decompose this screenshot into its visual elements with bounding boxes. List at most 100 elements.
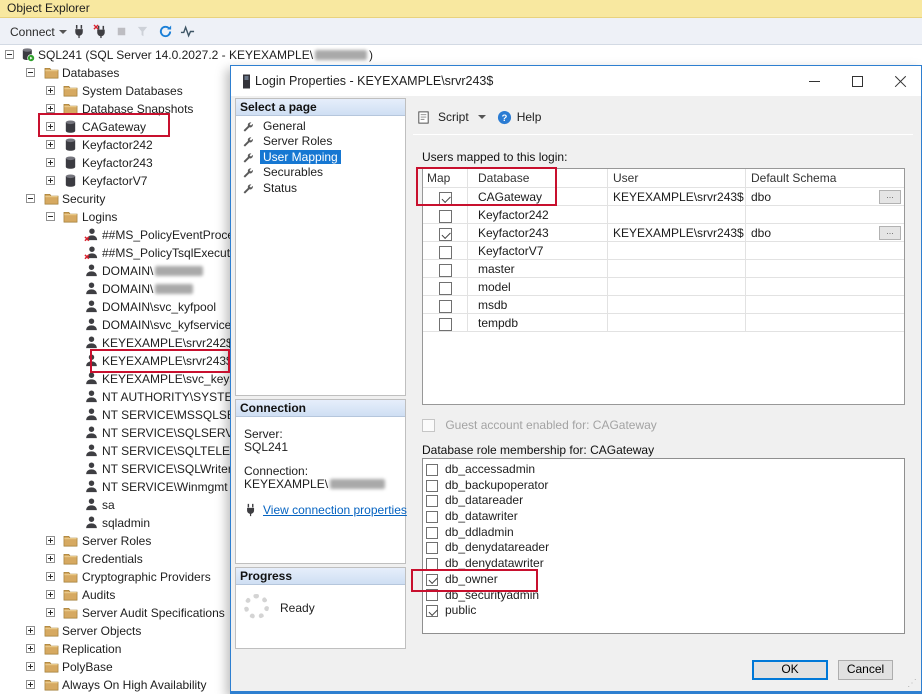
role-item-public[interactable]: public <box>426 603 904 619</box>
expand-icon[interactable] <box>46 158 55 167</box>
browse-schema-button[interactable]: ... <box>879 226 901 240</box>
expand-icon[interactable] <box>26 626 35 635</box>
folder-icon <box>63 551 78 566</box>
minimize-button[interactable] <box>808 75 821 88</box>
collapse-icon[interactable] <box>26 68 35 77</box>
role-item-db_denydatawriter[interactable]: db_denydatawriter <box>426 556 904 572</box>
default-schema-cell[interactable] <box>746 296 904 314</box>
role-checkbox[interactable] <box>426 464 438 476</box>
role-checkbox[interactable] <box>426 511 438 523</box>
refresh-icon[interactable] <box>157 23 174 40</box>
role-item-db_denydatareader[interactable]: db_denydatareader <box>426 540 904 556</box>
map-checkbox[interactable] <box>439 282 452 295</box>
disconnect-plug-icon[interactable] <box>92 23 109 40</box>
map-checkbox[interactable] <box>439 264 452 277</box>
ok-button[interactable]: OK <box>752 660 828 680</box>
connect-button[interactable]: Connect <box>5 22 72 41</box>
user-cell[interactable] <box>608 314 746 332</box>
connect-plug-icon[interactable] <box>71 23 88 40</box>
role-item-db_securityadmin[interactable]: db_securityadmin <box>426 588 904 604</box>
user-cell[interactable] <box>608 242 746 260</box>
collapse-icon[interactable] <box>46 212 55 221</box>
tree-item[interactable]: SQL241 (SQL Server 14.0.2027.2 - KEYEXAM… <box>0 46 922 64</box>
tree-item-label: Keyfactor242 <box>82 136 153 154</box>
default-schema-cell[interactable] <box>746 242 904 260</box>
browse-schema-button[interactable]: ... <box>879 190 901 204</box>
role-item-db_accessadmin[interactable]: db_accessadmin <box>426 462 904 478</box>
map-checkbox[interactable] <box>439 192 452 205</box>
expand-icon[interactable] <box>46 572 55 581</box>
user-icon <box>84 281 99 296</box>
expand-icon[interactable] <box>46 536 55 545</box>
map-checkbox[interactable] <box>439 246 452 259</box>
user-cell[interactable] <box>608 260 746 278</box>
expand-icon[interactable] <box>26 680 35 689</box>
role-checkbox[interactable] <box>426 558 438 570</box>
expand-icon[interactable] <box>46 140 55 149</box>
database-cell[interactable]: KeyfactorV7 <box>468 242 608 260</box>
role-item-db_datareader[interactable]: db_datareader <box>426 493 904 509</box>
default-schema-cell[interactable]: dbo... <box>746 224 904 242</box>
expand-icon[interactable] <box>46 590 55 599</box>
default-schema-cell[interactable] <box>746 278 904 296</box>
map-checkbox[interactable] <box>439 210 452 223</box>
page-item-server-roles[interactable]: Server Roles <box>236 134 405 149</box>
role-checkbox[interactable] <box>426 589 438 601</box>
expand-icon[interactable] <box>46 122 55 131</box>
activity-monitor-icon[interactable] <box>179 23 196 40</box>
close-button[interactable] <box>894 75 907 88</box>
page-item-general[interactable]: General <box>236 119 405 134</box>
expand-icon[interactable] <box>46 104 55 113</box>
cancel-button[interactable]: Cancel <box>838 660 893 680</box>
database-cell[interactable]: master <box>468 260 608 278</box>
role-checkbox[interactable] <box>426 495 438 507</box>
expand-icon[interactable] <box>26 662 35 671</box>
database-cell[interactable]: Keyfactor242 <box>468 206 608 224</box>
script-button[interactable]: Script <box>436 110 471 124</box>
expand-icon[interactable] <box>46 176 55 185</box>
database-cell[interactable]: model <box>468 278 608 296</box>
role-item-db_backupoperator[interactable]: db_backupoperator <box>426 478 904 494</box>
resize-grip[interactable]: ⋰ <box>907 678 917 689</box>
default-schema-cell[interactable] <box>746 260 904 278</box>
page-item-user-mapping[interactable]: User Mapping <box>236 150 405 165</box>
database-cell[interactable]: msdb <box>468 296 608 314</box>
role-checkbox[interactable] <box>426 480 438 492</box>
dialog-titlebar[interactable]: Login Properties - KEYEXAMPLE\srvr243$ <box>231 66 921 96</box>
database-cell[interactable]: CAGateway <box>468 188 608 206</box>
folder-icon <box>63 83 78 98</box>
help-button[interactable]: Help <box>517 110 542 124</box>
role-item-db_ddladmin[interactable]: db_ddladmin <box>426 525 904 541</box>
database-cell[interactable]: Keyfactor243 <box>468 224 608 242</box>
user-cell[interactable]: KEYEXAMPLE\srvr243$ <box>608 224 746 242</box>
default-schema-cell[interactable] <box>746 206 904 224</box>
role-checkbox[interactable] <box>426 574 438 586</box>
collapse-icon[interactable] <box>26 194 35 203</box>
user-cell[interactable] <box>608 206 746 224</box>
expand-icon[interactable] <box>26 644 35 653</box>
default-schema-cell[interactable]: dbo... <box>746 188 904 206</box>
expand-icon[interactable] <box>46 608 55 617</box>
user-cell[interactable] <box>608 296 746 314</box>
role-item-db_owner[interactable]: db_owner <box>426 572 904 588</box>
user-cell[interactable] <box>608 278 746 296</box>
script-dropdown-icon[interactable] <box>478 115 486 119</box>
user-cell[interactable]: KEYEXAMPLE\srvr243$ <box>608 188 746 206</box>
default-schema-cell[interactable] <box>746 314 904 332</box>
view-connection-properties-link[interactable]: View connection properties <box>263 503 407 517</box>
database-cell[interactable]: tempdb <box>468 314 608 332</box>
role-checkbox[interactable] <box>426 605 438 617</box>
collapse-icon[interactable] <box>5 50 14 59</box>
page-item-status[interactable]: Status <box>236 181 405 196</box>
maximize-button[interactable] <box>851 75 864 88</box>
page-item-securables[interactable]: Securables <box>236 165 405 180</box>
map-checkbox[interactable] <box>439 300 452 313</box>
map-checkbox[interactable] <box>439 228 452 241</box>
expand-icon[interactable] <box>46 554 55 563</box>
role-checkbox[interactable] <box>426 527 438 539</box>
role-checkbox[interactable] <box>426 542 438 554</box>
role-item-db_datawriter[interactable]: db_datawriter <box>426 509 904 525</box>
server-label: Server: <box>244 427 283 441</box>
map-checkbox[interactable] <box>439 318 452 331</box>
expand-icon[interactable] <box>46 86 55 95</box>
